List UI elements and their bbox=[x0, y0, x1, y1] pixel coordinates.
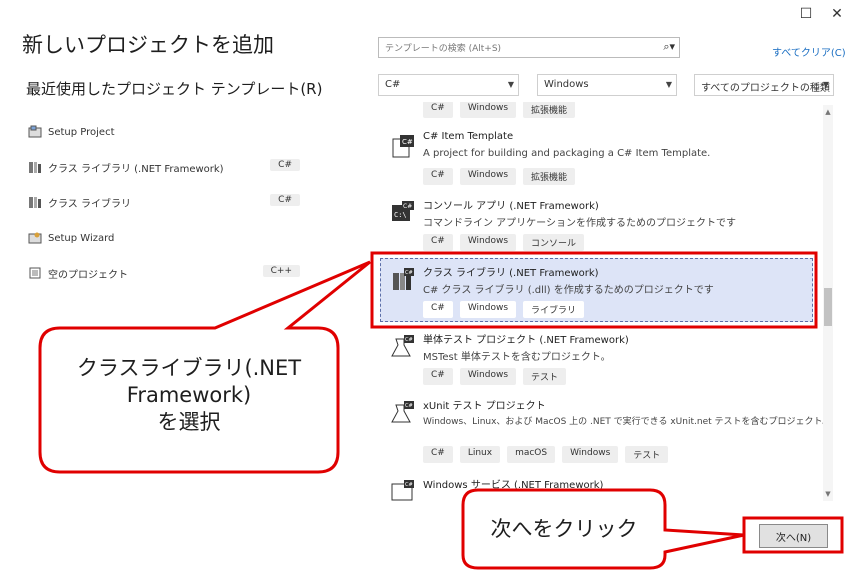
next-highlight-box bbox=[742, 516, 844, 554]
callout-line: Framework) bbox=[126, 383, 252, 407]
annotation-overlay bbox=[38, 251, 844, 570]
callout-line: を選択 bbox=[157, 410, 221, 434]
select-callout-text: クラスライブラリ(.NET Framework) を選択 bbox=[42, 355, 336, 436]
selection-highlight-box bbox=[370, 251, 818, 329]
next-callout-text: 次へをクリック bbox=[490, 517, 638, 541]
callout-line: クラスライブラリ(.NET bbox=[76, 356, 302, 380]
